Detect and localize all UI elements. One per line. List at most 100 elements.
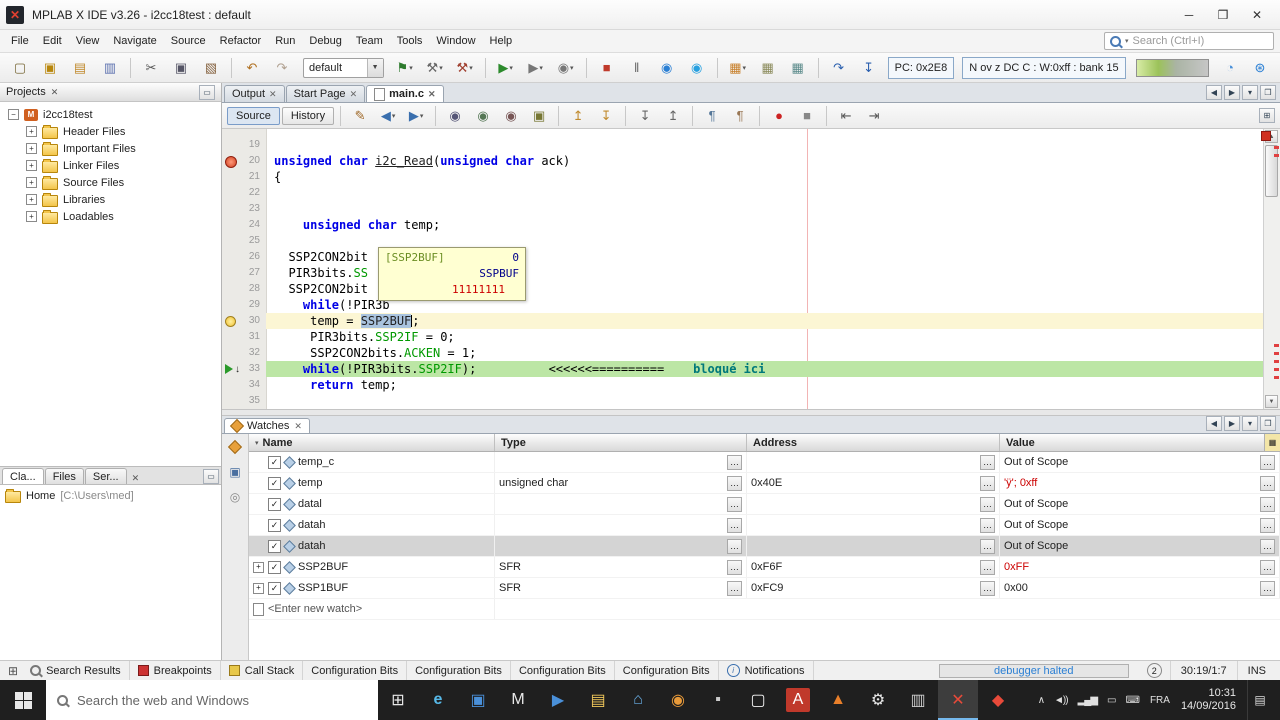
- status-configuration-bits[interactable]: Configuration Bits: [303, 661, 408, 680]
- taskbar-search[interactable]: Search the web and Windows: [46, 680, 378, 720]
- tray-network-icon[interactable]: ▂▄▆: [1078, 695, 1098, 706]
- export-watches-icon[interactable]: ◎: [227, 489, 243, 505]
- pin-watch-icon[interactable]: ▣: [227, 464, 243, 480]
- menu-source[interactable]: Source: [164, 32, 213, 50]
- menu-team[interactable]: Team: [349, 32, 390, 50]
- close-icon[interactable]: ✕: [428, 89, 436, 100]
- value-edit-button[interactable]: …: [1260, 538, 1275, 554]
- taskbar-vlc-player-icon[interactable]: ▲: [818, 680, 858, 720]
- minimize-panel-icon[interactable]: ▭: [203, 469, 219, 484]
- menu-view[interactable]: View: [69, 32, 107, 50]
- toggle-highlight-search-icon[interactable]: ▣: [526, 105, 552, 127]
- value-edit-button[interactable]: …: [1260, 454, 1275, 470]
- address-edit-button[interactable]: …: [980, 454, 995, 470]
- code-line-21[interactable]: 21{: [222, 169, 1263, 185]
- tree-item-header-files[interactable]: + Header Files: [0, 123, 221, 140]
- shift-line-right-icon[interactable]: ⇥: [861, 105, 887, 127]
- type-edit-button[interactable]: …: [727, 475, 742, 491]
- code-line-32[interactable]: 32 SSP2CON2bits.ACKEN = 1;: [222, 345, 1263, 361]
- reset-device-icon[interactable]: ◉: [653, 56, 681, 80]
- back-icon[interactable]: ◀ ▾: [375, 105, 401, 127]
- value-edit-button[interactable]: …: [1260, 496, 1275, 512]
- tab-output[interactable]: Output ✕: [224, 85, 285, 102]
- previous-bookmark-icon[interactable]: ↥: [565, 105, 591, 127]
- watch-row-datah[interactable]: ✓ datah…… Out of Scope…: [249, 536, 1280, 557]
- tab-main-c[interactable]: main.c ✕: [366, 85, 444, 102]
- taskbar-mail-app-icon[interactable]: M: [498, 680, 538, 720]
- tray-touch-keyboard-icon[interactable]: ⌨: [1126, 695, 1140, 706]
- maximize-editor-icon[interactable]: ❒: [1260, 85, 1276, 100]
- status-configuration-bits[interactable]: Configuration Bits: [615, 661, 719, 680]
- taskbar-photos-app-icon[interactable]: ▣: [458, 680, 498, 720]
- watch-checkbox[interactable]: ✓: [268, 497, 281, 511]
- taskbar-clock[interactable]: 10:31 14/09/2016: [1181, 687, 1236, 713]
- code-line-22[interactable]: 22: [222, 185, 1263, 201]
- watch-row-ssp1buf[interactable]: + ✓ SSP1BUF SFR… 0xFC9… 0x00…: [249, 578, 1280, 599]
- expand-icon[interactable]: +: [26, 160, 37, 171]
- close-icon[interactable]: ✕: [269, 89, 277, 100]
- uncomment-icon[interactable]: ¶: [727, 105, 753, 127]
- address-edit-button[interactable]: …: [980, 580, 995, 596]
- step-into-icon[interactable]: ↧: [855, 56, 883, 80]
- expand-icon[interactable]: +: [26, 126, 37, 137]
- menu-edit[interactable]: Edit: [36, 32, 69, 50]
- watch-checkbox[interactable]: ✓: [268, 539, 281, 553]
- watch-checkbox[interactable]: ✓: [268, 518, 281, 532]
- tab-files[interactable]: Files: [44, 468, 84, 484]
- profile-project-icon[interactable]: ◉ ▾: [552, 56, 580, 80]
- tree-item-source-files[interactable]: + Source Files: [0, 174, 221, 191]
- hold-in-reset-icon[interactable]: ▦: [784, 56, 812, 80]
- next-usage-icon[interactable]: ↧: [632, 105, 658, 127]
- continue-debugger-icon[interactable]: ◉: [683, 56, 711, 80]
- code-line-20[interactable]: 20 unsigned char i2c_Read(unsigned char a…: [222, 153, 1263, 169]
- code-line-30[interactable]: 30 temp = SSP2BUF;: [222, 313, 1263, 329]
- tree-item-loadables[interactable]: + Loadables: [0, 208, 221, 225]
- address-edit-button[interactable]: …: [980, 559, 995, 575]
- close-icon[interactable]: ✕: [128, 473, 144, 484]
- cut-icon[interactable]: ✂: [137, 56, 165, 80]
- status-call-stack[interactable]: Call Stack: [221, 661, 304, 680]
- value-edit-button[interactable]: …: [1260, 517, 1275, 533]
- watch-checkbox[interactable]: ✓: [268, 581, 281, 595]
- type-edit-button[interactable]: …: [727, 559, 742, 575]
- quick-search-box[interactable]: ▾ Search (Ctrl+I): [1104, 32, 1274, 50]
- code-line-24[interactable]: 24 unsigned char temp;: [222, 217, 1263, 233]
- collapse-icon[interactable]: −: [8, 109, 19, 120]
- taskbar-amd-app-icon[interactable]: ◆: [978, 680, 1018, 720]
- horizontal-splitter[interactable]: [222, 409, 1280, 416]
- editor-scrollbar[interactable]: ▲ ▼: [1261, 129, 1280, 409]
- menu-help[interactable]: Help: [483, 32, 520, 50]
- make-and-program-device-icon[interactable]: ▦ ▾: [724, 56, 752, 80]
- expand-icon[interactable]: +: [253, 561, 264, 573]
- code-line-31[interactable]: 31 PIR3bits.SSP2IF = 0;: [222, 329, 1263, 345]
- watch-row-temp-c[interactable]: ✓ temp_c…… Out of Scope…: [249, 452, 1280, 473]
- tray-display-icon[interactable]: ▭: [1107, 695, 1117, 706]
- type-edit-button[interactable]: …: [727, 580, 742, 596]
- previous-usage-icon[interactable]: ↥: [660, 105, 686, 127]
- tray-volume-icon[interactable]: ◄)): [1054, 695, 1069, 706]
- status-notifications[interactable]: i Notifications: [719, 661, 814, 680]
- value-edit-button[interactable]: …: [1260, 559, 1275, 575]
- read-device-memory-icon[interactable]: ▦: [754, 56, 782, 80]
- status-breakpoints[interactable]: Breakpoints: [130, 661, 221, 680]
- output-window-icon[interactable]: ⊞: [4, 664, 22, 678]
- menu-debug[interactable]: Debug: [302, 32, 348, 50]
- tree-item-linker-files[interactable]: + Linker Files: [0, 157, 221, 174]
- watch-checkbox[interactable]: ✓: [268, 455, 281, 469]
- copy-icon[interactable]: ▣: [167, 56, 195, 80]
- taskbar-notepad-app-icon[interactable]: ▢: [738, 680, 778, 720]
- new-project-icon[interactable]: ▣: [36, 56, 64, 80]
- tab-list-icon[interactable]: ▾: [1242, 416, 1258, 431]
- tab-list-icon[interactable]: ▾: [1242, 85, 1258, 100]
- taskbar-movies-app-icon[interactable]: ▶: [538, 680, 578, 720]
- table-customize-icon[interactable]: ▦: [1264, 434, 1280, 452]
- new-watch-icon[interactable]: [227, 439, 243, 455]
- type-edit-button[interactable]: …: [727, 517, 742, 533]
- tree-item-important-files[interactable]: + Important Files: [0, 140, 221, 157]
- watch-checkbox[interactable]: ✓: [268, 560, 281, 574]
- taskbar-file-explorer-icon[interactable]: ▤: [578, 680, 618, 720]
- taskbar-photos2-app-icon[interactable]: ◉: [658, 680, 698, 720]
- taskbar-printer-app-icon[interactable]: ▥: [898, 680, 938, 720]
- step-over-icon[interactable]: ↷: [825, 56, 853, 80]
- pause-debugger-icon[interactable]: ‖: [623, 56, 651, 80]
